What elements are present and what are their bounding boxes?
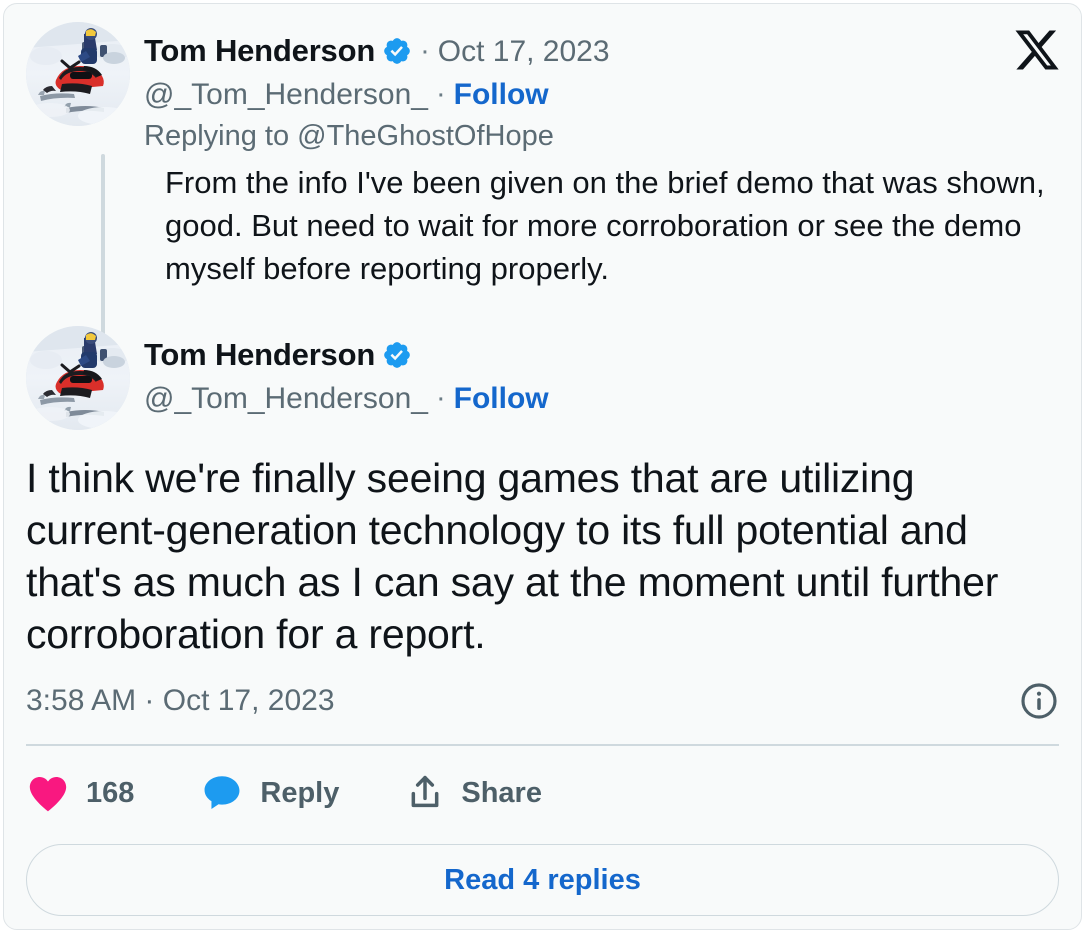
reply-handle: @_Tom_Henderson_ xyxy=(144,77,428,111)
main-handle-separator-dot: · xyxy=(435,382,446,415)
main-tweet: Tom Henderson @_Tom_Henderson_ · Follow … xyxy=(26,326,1059,916)
avatar[interactable] xyxy=(26,22,130,126)
reply-handle-row: @_Tom_Henderson_ · Follow xyxy=(144,78,610,112)
reply-bubble-icon xyxy=(204,776,240,809)
main-tweet-body: I think we're finally seeing games that … xyxy=(26,455,999,657)
replying-to-label: Replying to @TheGhostOfHope xyxy=(144,120,554,153)
share-icon xyxy=(411,775,439,808)
thread-connector-line xyxy=(101,154,105,344)
like-action[interactable]: 168 xyxy=(26,773,134,813)
read-replies-button[interactable]: Read 4 replies xyxy=(26,844,1059,916)
main-handle-row: @_Tom_Henderson_ · Follow xyxy=(144,382,549,416)
reply-tweet-body: From the info I've been given on the bri… xyxy=(165,164,1045,286)
share-label: Share xyxy=(461,776,542,809)
reply-tweet-header: Tom Henderson · Oct 17, 2023 @_Tom_Hende… xyxy=(26,22,1059,153)
tweet-meta-row: 3:58 AM · Oct 17, 2023 xyxy=(26,681,1059,721)
tweet-actions-bar: 168 Reply Share xyxy=(26,773,1059,813)
snowmobile-avatar-image xyxy=(26,22,130,126)
main-tweet-identity: Tom Henderson @_Tom_Henderson_ · Follow xyxy=(130,326,549,415)
verified-badge-icon xyxy=(384,38,410,65)
info-circle-icon[interactable] xyxy=(1019,681,1059,721)
reply-separator-dot: · xyxy=(420,35,430,68)
heart-icon xyxy=(29,777,67,812)
reply-name-row: Tom Henderson · Oct 17, 2023 xyxy=(144,33,610,69)
reply-handle-separator-dot: · xyxy=(435,78,446,111)
tweet-timestamp: 3:58 AM · Oct 17, 2023 xyxy=(26,684,335,717)
main-name-row: Tom Henderson xyxy=(144,337,549,373)
main-handle: @_Tom_Henderson_ xyxy=(144,381,428,415)
share-action[interactable]: Share xyxy=(405,773,542,813)
reply-action[interactable]: Reply xyxy=(200,773,339,813)
actions-divider xyxy=(26,744,1059,746)
avatar[interactable] xyxy=(26,326,130,430)
read-replies-label: Read 4 replies xyxy=(444,863,641,896)
main-display-name: Tom Henderson xyxy=(144,337,376,372)
reply-tweet-identity: Tom Henderson · Oct 17, 2023 @_Tom_Hende… xyxy=(130,22,610,153)
snowmobile-avatar-image xyxy=(26,326,130,430)
reply-display-name: Tom Henderson xyxy=(144,33,376,68)
follow-link-main[interactable]: Follow xyxy=(454,382,549,416)
main-tweet-header: Tom Henderson @_Tom_Henderson_ · Follow xyxy=(26,326,1059,430)
follow-link-reply[interactable]: Follow xyxy=(454,78,549,112)
reply-date: Oct 17, 2023 xyxy=(437,34,610,68)
reply-label: Reply xyxy=(260,776,340,809)
tweet-embed-card: Tom Henderson · Oct 17, 2023 @_Tom_Hende… xyxy=(3,3,1082,930)
like-count: 168 xyxy=(86,776,135,809)
reply-tweet: Tom Henderson · Oct 17, 2023 @_Tom_Hende… xyxy=(26,22,1059,344)
verified-badge-icon xyxy=(384,342,410,369)
